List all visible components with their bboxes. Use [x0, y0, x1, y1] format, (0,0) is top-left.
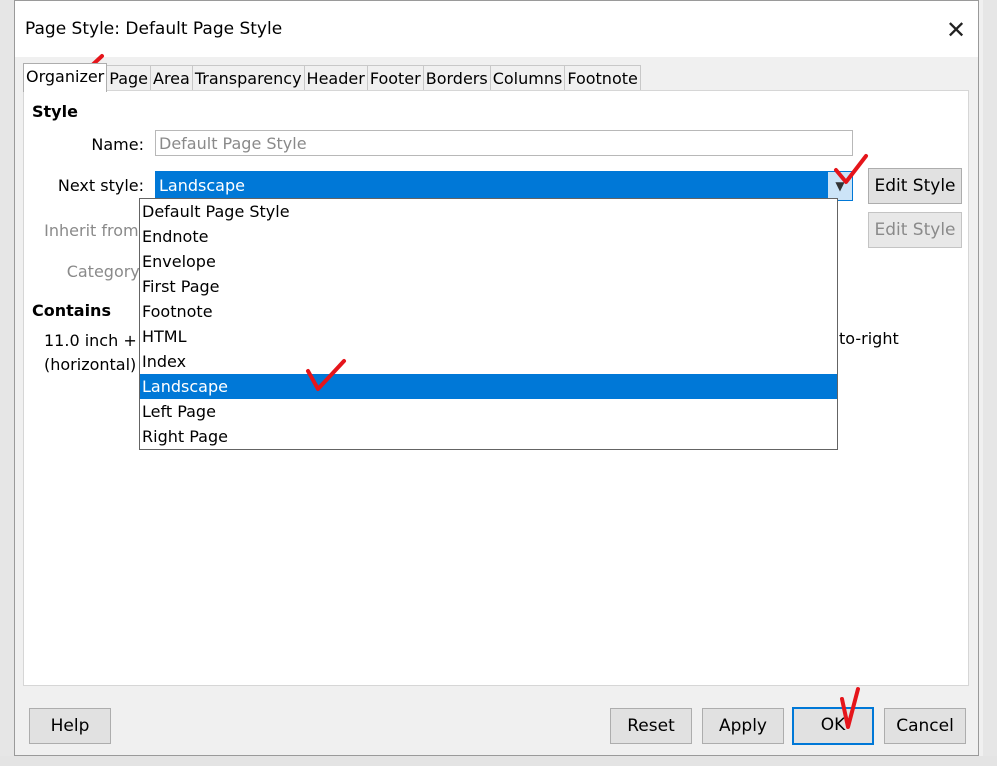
tab-bar: Organizer Page Area Transparency Header … [23, 63, 641, 92]
dropdown-option-html[interactable]: HTML [140, 324, 837, 349]
close-icon[interactable]: ✕ [941, 15, 971, 45]
next-style-dropdown-list: Default Page Style Endnote Envelope Firs… [139, 198, 838, 450]
cancel-button[interactable]: Cancel [884, 708, 966, 744]
dropdown-option-endnote[interactable]: Endnote [140, 224, 837, 249]
dropdown-option-default-page-style[interactable]: Default Page Style [140, 199, 837, 224]
tab-organizer[interactable]: Organizer [23, 63, 108, 92]
contains-line-1-end: to-right [839, 329, 899, 348]
style-heading: Style [32, 102, 78, 121]
tab-transparency[interactable]: Transparency [191, 65, 305, 91]
tab-footer[interactable]: Footer [366, 65, 424, 91]
tab-borders[interactable]: Borders [422, 65, 491, 91]
dropdown-option-right-page[interactable]: Right Page [140, 424, 837, 449]
background-window-right [983, 0, 997, 766]
title-bar: Page Style: Default Page Style ✕ [15, 1, 978, 57]
dropdown-option-first-page[interactable]: First Page [140, 274, 837, 299]
next-style-combobox[interactable]: Landscape ▼ [155, 171, 853, 201]
inherit-from-label: Inherit from: [44, 221, 144, 240]
category-label: Category: [66, 262, 144, 281]
background-window [0, 0, 15, 766]
dropdown-option-left-page[interactable]: Left Page [140, 399, 837, 424]
dialog-title: Page Style: Default Page Style [25, 19, 283, 39]
help-button[interactable]: Help [29, 708, 111, 744]
annotation-check-icon-dropdown [834, 154, 868, 184]
tab-area[interactable]: Area [150, 65, 193, 91]
edit-style-button-disabled[interactable]: Edit Style [868, 212, 962, 248]
next-style-label: Next style: [57, 176, 144, 195]
annotation-check-icon-ok [840, 687, 860, 729]
annotation-check-icon-landscape [306, 359, 346, 391]
tab-page[interactable]: Page [106, 65, 151, 91]
tab-header[interactable]: Header [303, 65, 368, 91]
edit-style-button[interactable]: Edit Style [868, 168, 962, 204]
name-field[interactable]: Default Page Style [155, 130, 853, 156]
dropdown-option-footnote[interactable]: Footnote [140, 299, 837, 324]
background-window-bottom [0, 756, 997, 766]
dropdown-option-envelope[interactable]: Envelope [140, 249, 837, 274]
dropdown-option-landscape[interactable]: Landscape [140, 374, 837, 399]
contains-heading: Contains [32, 301, 111, 320]
next-style-value: Landscape [159, 176, 245, 195]
tab-footnote[interactable]: Footnote [564, 65, 641, 91]
apply-button[interactable]: Apply [702, 708, 784, 744]
tab-columns[interactable]: Columns [489, 65, 566, 91]
reset-button[interactable]: Reset [610, 708, 692, 744]
dropdown-option-index[interactable]: Index [140, 349, 837, 374]
name-label: Name: [91, 135, 144, 154]
